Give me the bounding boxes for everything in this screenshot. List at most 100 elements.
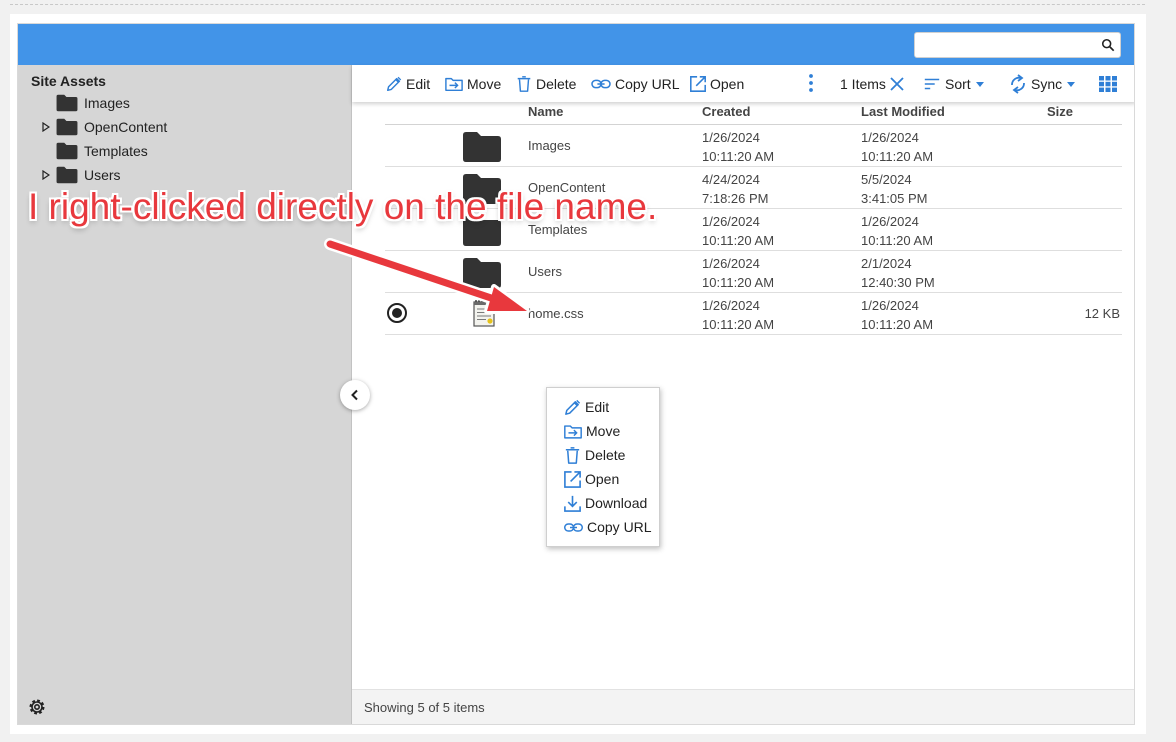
- modified-date: 1/26/2024: [861, 298, 919, 313]
- context-menu-label: Open: [585, 471, 620, 487]
- context-menu-copy-url[interactable]: Copy URL: [563, 517, 652, 537]
- context-menu-delete[interactable]: Delete: [563, 445, 625, 465]
- table-row-selected[interactable]: home.css 1/26/2024 10:11:20 AM 1/26/2024…: [385, 293, 1122, 335]
- expand-caret-icon[interactable]: [38, 119, 54, 135]
- modified-time: 12:40:30 PM: [861, 275, 935, 290]
- more-vertical-icon: [809, 74, 813, 92]
- copy-url-label: Copy URL: [615, 76, 680, 92]
- search-box[interactable]: [914, 32, 1121, 58]
- context-menu-label: Delete: [585, 447, 626, 463]
- context-menu-label: Download: [585, 495, 648, 511]
- move-icon: [563, 422, 583, 441]
- table-row[interactable]: Images 1/26/2024 10:11:20 AM 1/26/2024 1…: [385, 125, 1122, 167]
- modified-cell: 1/26/2024 10:11:20 AM: [861, 296, 933, 334]
- delete-label: Delete: [536, 76, 577, 92]
- context-menu-edit[interactable]: Edit: [563, 397, 609, 417]
- tree-item-images[interactable]: Images: [38, 93, 130, 113]
- item-size: 12 KB: [1084, 306, 1120, 321]
- context-menu-open[interactable]: Open: [563, 469, 619, 489]
- column-header-size[interactable]: Size: [1047, 104, 1073, 124]
- modified-time: 10:11:20 AM: [861, 317, 934, 332]
- trash-icon: [563, 446, 582, 465]
- modified-cell: 1/26/2024 10:11:20 AM: [861, 212, 933, 250]
- item-name[interactable]: Images: [528, 138, 571, 153]
- delete-button[interactable]: Delete: [515, 74, 576, 94]
- created-time: 7:18:26 PM: [702, 191, 769, 206]
- context-menu-download[interactable]: Download: [563, 493, 647, 513]
- status-bar: Showing 5 of 5 items: [352, 689, 1134, 724]
- row-select-radio[interactable]: [387, 303, 407, 323]
- download-icon: [563, 494, 582, 513]
- move-label: Move: [467, 76, 502, 92]
- tree-item-label: Users: [84, 167, 121, 183]
- collapse-sidebar-button[interactable]: [340, 380, 370, 410]
- modified-date: 5/5/2024: [861, 172, 912, 187]
- search-icon[interactable]: [1101, 38, 1115, 52]
- open-button[interactable]: Open: [689, 74, 744, 94]
- selection-count-label: 1 Items: [840, 76, 886, 92]
- trash-icon: [515, 75, 533, 93]
- sync-button[interactable]: Sync: [1008, 74, 1079, 94]
- tree-caret-spacer: [38, 143, 54, 159]
- created-date: 1/26/2024: [702, 130, 760, 145]
- modified-cell: 5/5/2024 3:41:05 PM: [861, 170, 928, 208]
- tree-item-label: Images: [84, 95, 130, 111]
- pencil-icon: [563, 398, 582, 417]
- clear-selection-icon[interactable]: [889, 76, 905, 92]
- selection-count: 1 Items: [840, 74, 908, 94]
- modified-time: 10:11:20 AM: [861, 233, 934, 248]
- open-external-icon: [563, 470, 582, 489]
- created-date: 1/26/2024: [702, 256, 760, 271]
- sort-button[interactable]: Sort: [922, 74, 988, 94]
- tree-root-site-assets[interactable]: Site Assets: [31, 73, 106, 89]
- folder-icon: [56, 118, 78, 136]
- folder-icon: [56, 166, 78, 184]
- tree-item-templates[interactable]: Templates: [38, 141, 148, 161]
- tree-caret-spacer: [38, 95, 54, 111]
- modified-date: 2/1/2024: [861, 256, 912, 271]
- created-time: 10:11:20 AM: [702, 317, 775, 332]
- modified-cell: 1/26/2024 10:11:20 AM: [861, 128, 933, 166]
- created-cell: 1/26/2024 10:11:20 AM: [702, 128, 774, 166]
- toolbar: Edit Move Delete Copy URL Open 1 Items S…: [352, 65, 1134, 102]
- created-date: 4/24/2024: [702, 172, 760, 187]
- header-bar: [18, 24, 1134, 65]
- column-header-created[interactable]: Created: [702, 104, 750, 124]
- edit-button[interactable]: Edit: [385, 74, 430, 94]
- tree-item-label: OpenContent: [84, 119, 168, 135]
- table-row[interactable]: Users 1/26/2024 10:11:20 AM 2/1/2024 12:…: [385, 251, 1122, 293]
- tree-item-opencontent[interactable]: OpenContent: [38, 117, 167, 137]
- modified-cell: 2/1/2024 12:40:30 PM: [861, 254, 935, 292]
- created-time: 10:11:20 AM: [702, 275, 775, 290]
- sync-label: Sync: [1031, 76, 1063, 92]
- sort-label: Sort: [945, 76, 971, 92]
- page-top-divider: [10, 4, 1145, 5]
- view-toggle-button[interactable]: [1099, 74, 1120, 94]
- folder-icon: [462, 257, 502, 289]
- context-menu-label: Copy URL: [587, 519, 652, 535]
- created-cell: 1/26/2024 10:11:20 AM: [702, 296, 774, 334]
- pencil-icon: [385, 75, 403, 93]
- notepad-file-icon: [473, 300, 495, 327]
- gear-icon[interactable]: [27, 697, 47, 717]
- move-icon: [444, 75, 464, 93]
- item-name[interactable]: Users: [528, 264, 562, 279]
- context-menu-move[interactable]: Move: [563, 421, 620, 441]
- copy-url-button[interactable]: Copy URL: [590, 74, 680, 94]
- item-name[interactable]: home.css: [528, 306, 584, 321]
- tree-item-users[interactable]: Users: [38, 165, 121, 185]
- more-options-button[interactable]: [807, 73, 818, 93]
- folder-icon: [56, 94, 78, 112]
- modified-time: 10:11:20 AM: [861, 149, 934, 164]
- search-input[interactable]: [915, 33, 1095, 57]
- open-external-icon: [689, 75, 707, 93]
- chevron-left-icon: [351, 389, 358, 401]
- modified-date: 1/26/2024: [861, 130, 919, 145]
- column-header-last-modified[interactable]: Last Modified: [861, 104, 945, 124]
- move-button[interactable]: Move: [444, 74, 501, 94]
- context-menu-label: Move: [586, 423, 621, 439]
- created-time: 10:11:20 AM: [702, 149, 775, 164]
- edit-label: Edit: [406, 76, 431, 92]
- column-header-name[interactable]: Name: [528, 104, 563, 124]
- expand-caret-icon[interactable]: [38, 167, 54, 183]
